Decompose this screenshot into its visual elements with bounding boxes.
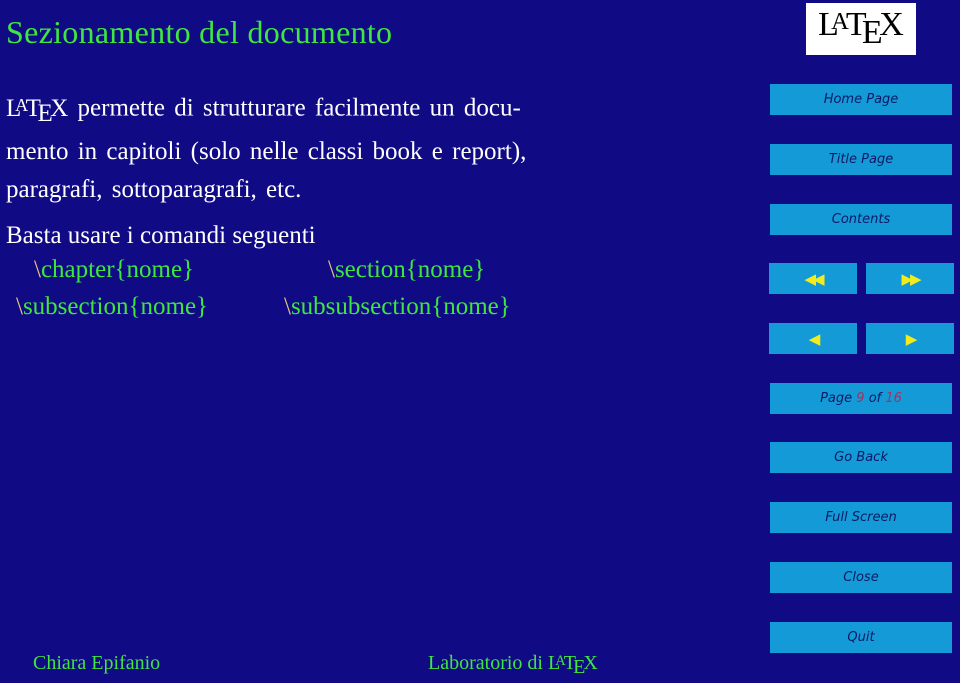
total-pages-number: 16 — [885, 391, 902, 406]
footer-course-prefix: Laboratorio di — [428, 652, 548, 674]
page-indicator: Page 9 of 16 — [770, 383, 952, 414]
command-section: \section{nome} — [328, 256, 485, 284]
title-page-button[interactable]: Title Page — [770, 144, 952, 175]
command-name: subsection{nome} — [22, 293, 209, 320]
go-back-button[interactable]: Go Back — [770, 442, 952, 473]
home-page-button[interactable]: Home Page — [770, 84, 952, 115]
paragraph-line-3: paragrafi, sottoparagrafi, etc. — [6, 176, 302, 204]
latex-logo: LATEX — [818, 8, 904, 49]
backslash: \ — [284, 293, 291, 320]
backslash: \ — [34, 256, 41, 283]
footer-latex-wordmark: LATEX — [548, 652, 598, 678]
ft-x: X — [583, 652, 598, 674]
current-page-number: 9 — [856, 391, 865, 406]
page-label: Page — [820, 391, 853, 406]
command-subsection: \subsection{nome} — [16, 293, 208, 321]
full-screen-button[interactable]: Full Screen — [770, 502, 952, 533]
commands-intro: Basta usare i comandi seguenti — [6, 222, 316, 249]
backslash: \ — [16, 293, 23, 320]
paragraph-line-2: mento in capitoli (solo nelle classi boo… — [6, 138, 527, 166]
command-chapter: \chapter{nome} — [34, 256, 194, 284]
command-name: subsubsection{nome} — [290, 293, 511, 320]
latex-wordmark: LATEX — [6, 94, 69, 128]
latex-logo-box: LATEX — [806, 3, 916, 55]
footer-author: Chiara Epifanio — [33, 652, 161, 674]
page-of-label: of — [868, 391, 882, 406]
command-subsubsection: \subsubsection{nome} — [284, 293, 511, 321]
command-name: section{nome} — [334, 256, 486, 283]
slide-title: Sezionamento del documento — [6, 14, 393, 50]
command-name: chapter{nome} — [40, 256, 195, 283]
previous-page-button[interactable]: ◀ — [769, 323, 857, 354]
backslash: \ — [328, 256, 335, 283]
close-button[interactable]: Close — [770, 562, 952, 593]
right-arrow-icon: ▶ — [905, 329, 917, 348]
first-page-button[interactable]: ◀◀ — [769, 263, 857, 294]
wm-x: X — [50, 94, 69, 122]
logo-x: X — [879, 6, 904, 44]
double-left-arrow-icon: ◀◀ — [804, 269, 824, 288]
paragraph-line-1: LATEX permette di strutturare facilmente… — [6, 86, 676, 133]
double-right-arrow-icon: ▶▶ — [901, 269, 921, 288]
last-page-button[interactable]: ▶▶ — [866, 263, 954, 294]
body-paragraph: LATEX permette di strutturare facilmente… — [6, 86, 676, 209]
left-arrow-icon: ◀ — [808, 329, 820, 348]
paragraph-line-1-text: permette di strutturare facilmente un do… — [68, 94, 521, 122]
next-page-button[interactable]: ▶ — [866, 323, 954, 354]
contents-button[interactable]: Contents — [770, 204, 952, 235]
quit-button[interactable]: Quit — [770, 622, 952, 653]
footer-course: Laboratorio di LATEX — [428, 652, 598, 679]
